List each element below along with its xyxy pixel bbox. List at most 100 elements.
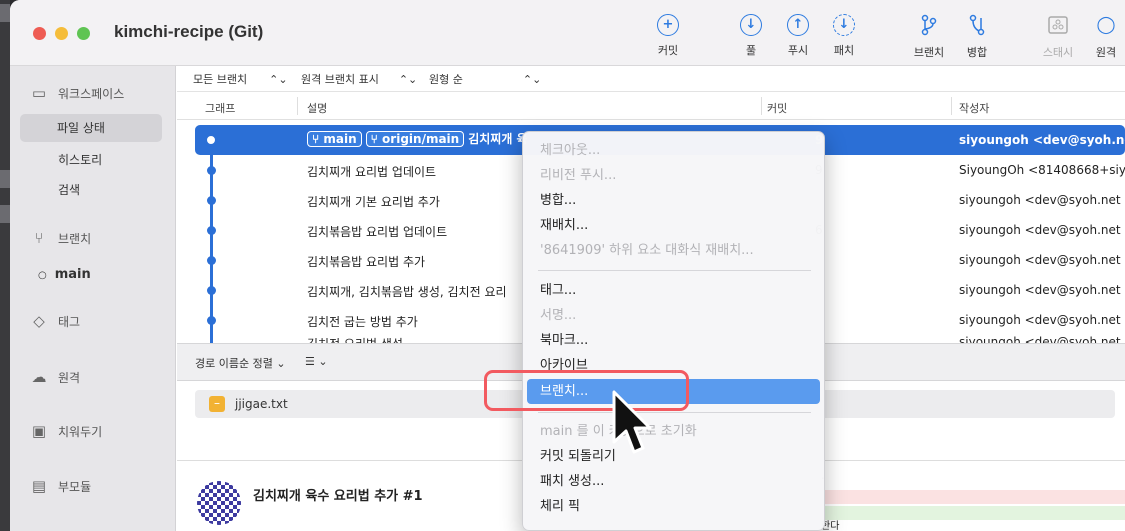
sidebar-submodules-label: 부모듈 <box>58 479 92 494</box>
menu-item-create-patch[interactable]: 패치 생성... <box>527 469 820 494</box>
cloud-icon: ☁ <box>31 368 47 386</box>
diff-added-line <box>821 506 1125 520</box>
menu-item-checkout[interactable]: 체크아웃... <box>527 138 820 163</box>
globe-icon: ◯ <box>1096 15 1116 35</box>
menu-item-tag[interactable]: 태그... <box>527 278 820 303</box>
mouse-pointer-icon <box>612 390 652 454</box>
commit-author: SiyoungOh <81408668+siy <box>959 163 1125 177</box>
merge-label: 병합 <box>966 46 988 59</box>
diff-text: 한다 <box>821 520 1125 531</box>
sidebar-branches-label: 브랜치 <box>58 231 92 246</box>
menu-separator <box>538 270 811 271</box>
fetch-button[interactable]: ↓ 패치 <box>816 14 872 58</box>
menu-separator <box>538 412 811 413</box>
zoom-window-button[interactable] <box>77 27 90 40</box>
menu-item-reset[interactable]: main 를 이 커밋으로 초기화 <box>527 419 820 444</box>
sidebar-item-main-branch[interactable]: ○ main <box>38 267 91 282</box>
history-filter-bar: 모든 브랜치 ⌃⌄ 원격 브랜치 표시 ⌃⌄ 원형 순 ⌃⌄ <box>177 66 1125 92</box>
commit-table-header: 그래프 설명 커밋 작성자 <box>177 93 1125 120</box>
close-window-button[interactable] <box>33 27 46 40</box>
commit-author: siyoungoh <dev@syoh.net <box>959 335 1121 343</box>
merge-icon <box>949 14 1005 38</box>
graph-node-icon <box>207 316 216 325</box>
order-filter-dropdown[interactable]: 원형 순 ⌃⌄ <box>429 71 541 87</box>
menu-item-bookmark[interactable]: 북마크... <box>527 328 820 353</box>
view-mode-dropdown[interactable]: ☰ ⌄ <box>305 355 328 368</box>
menu-item-cherry-pick[interactable]: 체리 픽 <box>527 494 820 519</box>
sidebar-item-search[interactable]: 검색 <box>58 181 80 198</box>
menu-item-revert[interactable]: 커밋 되돌리기 <box>527 444 820 469</box>
commit-author: siyoungoh <dev@syoh.net <box>959 283 1121 297</box>
branch-tag-label: main <box>323 132 357 146</box>
dropdown-icon: ⌃⌄ <box>398 73 418 86</box>
stash-button[interactable]: 스태시 <box>1030 14 1086 60</box>
sidebar-tags-label: 태그 <box>58 314 81 329</box>
diff-view: . 한다 <box>821 448 1125 531</box>
menu-item-rebase[interactable]: 재배치... <box>527 213 820 238</box>
branch-icon: ⑂ <box>34 229 44 247</box>
sort-dropdown[interactable]: 경로 이름순 정렬 ⌄ <box>195 355 286 371</box>
graph-node-icon <box>207 226 216 235</box>
graph-node-icon <box>207 166 216 175</box>
stash-icon <box>1030 14 1086 38</box>
column-commit[interactable]: 커밋 <box>767 100 787 116</box>
sidebar-stashes[interactable]: ▣ 치워두기 <box>28 422 102 440</box>
commit-author: siyoungoh <dev@syoh.net <box>959 253 1121 267</box>
current-branch-marker-icon: ○ <box>38 270 47 281</box>
graph-head-node-icon <box>204 133 218 147</box>
diff-removed-line <box>821 490 1125 504</box>
arrow-down-icon: ↓ <box>740 14 762 36</box>
sidebar-item-file-status[interactable]: 파일 상태 <box>20 114 162 142</box>
commit-author: siyoungoh <dev@syoh.net <box>959 223 1121 237</box>
commit-description: 김치전 굽는 방법 추가 <box>307 315 418 329</box>
menu-item-revision-push[interactable]: 리비전 푸시... <box>527 163 820 188</box>
remote-button[interactable]: ◯ 원격 <box>1086 14 1125 60</box>
fetch-icon: ↓ <box>833 14 855 36</box>
folder-icon: ▤ <box>31 477 47 495</box>
graph-node-icon <box>207 196 216 205</box>
remote-filter-dropdown[interactable]: 원격 브랜치 표시 ⌃⌄ <box>301 71 417 87</box>
desktop-icon <box>0 4 10 22</box>
order-filter-label: 원형 순 <box>429 73 463 86</box>
branch-filter-dropdown[interactable]: 모든 브랜치 ⌃⌄ <box>193 71 288 87</box>
commit-label: 커밋 <box>657 44 679 57</box>
column-author[interactable]: 작성자 <box>959 100 989 116</box>
highlight-annotation-box <box>484 370 689 411</box>
sidebar-tags[interactable]: ◇ 태그 <box>28 312 80 330</box>
current-branch-label: main <box>54 267 91 282</box>
commit-description: 김치볶음밥 요리법 추가 <box>307 255 426 269</box>
stash-label: 스태시 <box>1042 46 1074 59</box>
minimize-window-button[interactable] <box>55 27 68 40</box>
branch-filter-label: 모든 브랜치 <box>193 73 248 86</box>
sidebar-remotes[interactable]: ☁ 원격 <box>28 368 81 386</box>
column-divider <box>761 97 762 115</box>
toolbar: kimchi-recipe (Git) + 커밋 ↓ 풀 ↑ 푸시 ↓ 패치 브… <box>10 0 1125 66</box>
commit-description: 김치찌개, 김치볶음밥 생성, 김치전 요리 <box>307 285 507 299</box>
menu-item-interactive-rebase[interactable]: '8641909' 하위 요소 대화식 재배치... <box>527 238 820 263</box>
sidebar-workspace: ▭ 워크스페이스 <box>28 84 124 102</box>
commit-description: 김치볶음밥 요리법 업데이트 <box>307 225 448 239</box>
fetch-label: 패치 <box>833 44 855 57</box>
commit-button[interactable]: + 커밋 <box>640 14 696 58</box>
remote-filter-label: 원격 브랜치 표시 <box>301 73 379 86</box>
dropdown-icon: ⌃⌄ <box>269 73 288 86</box>
sidebar-item-history[interactable]: 히스토리 <box>58 151 102 168</box>
column-description[interactable]: 설명 <box>307 100 327 116</box>
branch-tag-label: origin/main <box>382 132 460 146</box>
sidebar-branches[interactable]: ⑂ 브랜치 <box>28 229 91 247</box>
sidebar-remotes-label: 원격 <box>58 370 81 385</box>
sidebar-submodules[interactable]: ▤ 부모듈 <box>28 477 91 495</box>
avatar <box>197 481 241 525</box>
menu-item-merge[interactable]: 병합... <box>527 188 820 213</box>
app-window: kimchi-recipe (Git) + 커밋 ↓ 풀 ↑ 푸시 ↓ 패치 브… <box>10 0 1125 531</box>
sidebar: ▭ 워크스페이스 파일 상태 히스토리 검색 ⑂ 브랜치 ○ main ◇ 태그 … <box>10 66 176 531</box>
menu-item-sign[interactable]: 서명... <box>527 303 820 328</box>
column-graph[interactable]: 그래프 <box>205 100 235 116</box>
tag-icon: ◇ <box>33 312 45 330</box>
column-divider <box>951 97 952 115</box>
plus-icon: + <box>657 14 679 36</box>
desktop-icon <box>0 170 10 188</box>
sidebar-stashes-label: 치워두기 <box>58 424 103 439</box>
merge-button[interactable]: 병합 <box>949 14 1005 60</box>
modified-file-icon: – <box>209 396 225 412</box>
